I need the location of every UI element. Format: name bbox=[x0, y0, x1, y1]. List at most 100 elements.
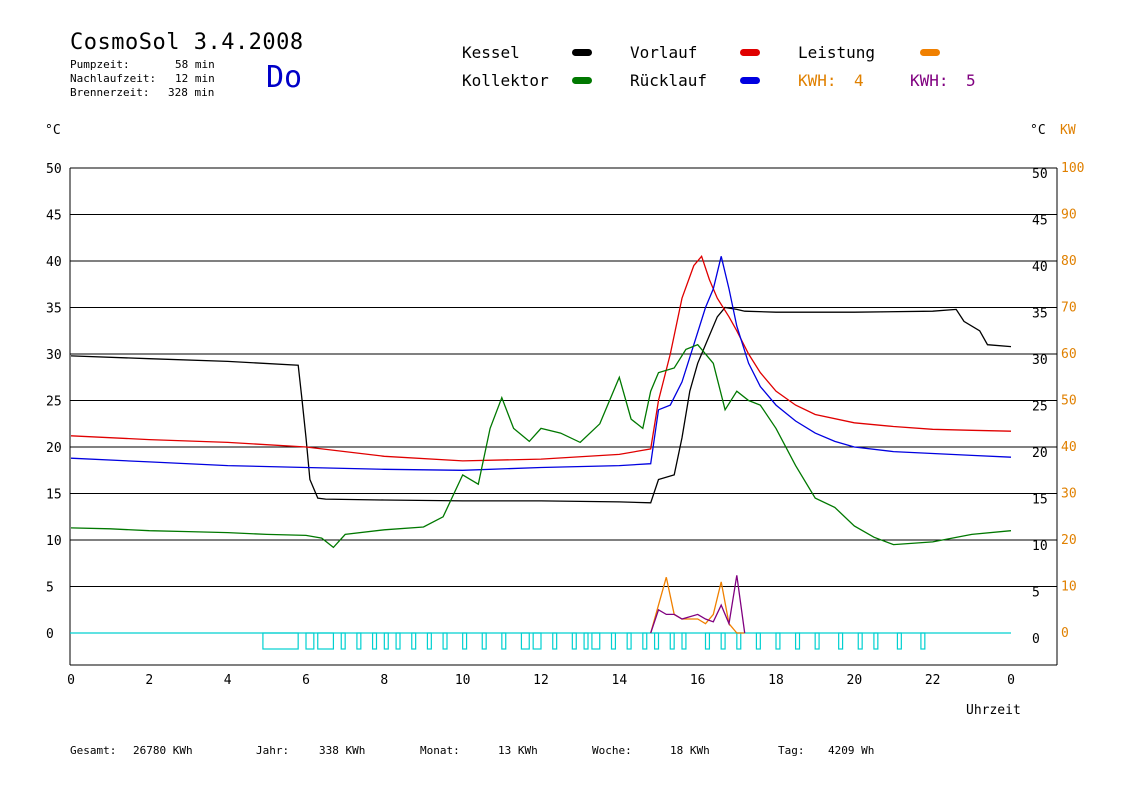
y2-tick-label: 0 bbox=[1061, 626, 1069, 641]
pump-markers bbox=[262, 632, 926, 650]
footer-jahr-label: Jahr: bbox=[256, 744, 290, 757]
footer-gesamt-value: 26780 KWh bbox=[133, 744, 193, 757]
footer-tag-value: 4209 Wh bbox=[828, 744, 875, 757]
x-axis-label: Uhrzeit bbox=[966, 703, 1021, 718]
y-tick-label-right: 35 bbox=[1032, 307, 1048, 322]
y2-tick-label: 40 bbox=[1061, 440, 1077, 455]
x-tick-label: 0 bbox=[67, 673, 75, 688]
pump-marker bbox=[642, 632, 648, 650]
y-tick-label-left: 45 bbox=[46, 209, 62, 224]
pump-marker bbox=[920, 632, 926, 650]
footer-woche-label: Woche: bbox=[592, 744, 632, 757]
series-line-vorlauf bbox=[70, 254, 1012, 462]
x-tick-label: 0 bbox=[1007, 673, 1015, 688]
footer-gesamt-label: Gesamt: bbox=[70, 744, 117, 757]
pump-marker bbox=[462, 632, 468, 650]
pump-marker bbox=[814, 632, 820, 650]
y-tick-label-right: 20 bbox=[1032, 446, 1048, 461]
pump-marker bbox=[704, 632, 711, 650]
series-line-kollektor bbox=[70, 343, 1012, 549]
y2-tick-label: 100 bbox=[1061, 161, 1084, 176]
y-tick-label-left: 40 bbox=[46, 255, 62, 270]
pump-marker bbox=[262, 632, 299, 650]
y-axis-unit-right: °C bbox=[1030, 123, 1046, 138]
y-tick-label-left: 0 bbox=[46, 627, 54, 642]
pump-marker bbox=[532, 632, 542, 650]
pump-marker bbox=[481, 632, 487, 650]
footer-monat-label: Monat: bbox=[420, 744, 460, 757]
pump-marker bbox=[591, 632, 601, 650]
series-layer bbox=[70, 254, 1012, 634]
x-tick-label: 18 bbox=[768, 673, 784, 688]
x-tick-label: 20 bbox=[847, 673, 863, 688]
pump-marker bbox=[681, 632, 687, 650]
y2-tick-label: 20 bbox=[1061, 533, 1077, 548]
pump-marker bbox=[571, 632, 577, 650]
pump-marker bbox=[371, 632, 378, 650]
y-tick-label-right: 30 bbox=[1032, 353, 1048, 368]
pump-marker bbox=[442, 632, 448, 650]
pump-marker bbox=[411, 632, 417, 650]
pump-marker bbox=[669, 632, 675, 650]
pump-marker bbox=[896, 632, 902, 650]
pump-marker bbox=[720, 632, 726, 650]
pump-marker bbox=[610, 632, 617, 650]
footer-jahr-value: 338 KWh bbox=[319, 744, 366, 757]
y2-tick-label: 50 bbox=[1061, 394, 1077, 409]
y-tick-label-right: 40 bbox=[1032, 260, 1048, 275]
footer-woche-value: 18 KWh bbox=[670, 744, 710, 757]
series-line-r-cklauf bbox=[70, 256, 1012, 471]
x-tick-label: 10 bbox=[455, 673, 471, 688]
pump-marker bbox=[426, 632, 432, 650]
y2-tick-label: 90 bbox=[1061, 208, 1077, 223]
footer-monat-value: 13 KWh bbox=[498, 744, 538, 757]
y2-tick-label: 70 bbox=[1061, 301, 1077, 316]
x-tick-label: 12 bbox=[533, 673, 549, 688]
y2-tick-label: 10 bbox=[1061, 580, 1077, 595]
pump-marker bbox=[356, 632, 362, 650]
x-tick-label: 16 bbox=[690, 673, 706, 688]
pump-marker bbox=[501, 632, 507, 650]
y-tick-label-left: 5 bbox=[46, 581, 54, 596]
y-axis-unit-left: °C bbox=[45, 123, 61, 138]
y-tick-label-right: 25 bbox=[1032, 400, 1048, 415]
x-tick-label: 6 bbox=[302, 673, 310, 688]
pump-marker bbox=[305, 632, 315, 650]
pump-marker bbox=[317, 632, 335, 650]
y-tick-label-left: 30 bbox=[46, 348, 62, 363]
y-tick-label-left: 25 bbox=[46, 395, 62, 410]
x-tick-label: 8 bbox=[380, 673, 388, 688]
pump-marker bbox=[583, 632, 589, 650]
pump-marker bbox=[552, 632, 558, 650]
pump-marker bbox=[775, 632, 781, 650]
y-tick-label-right: 50 bbox=[1032, 167, 1048, 182]
y-tick-label-left: 35 bbox=[46, 302, 62, 317]
x-tick-label: 4 bbox=[224, 673, 232, 688]
x-tick-label: 2 bbox=[145, 673, 153, 688]
pump-marker bbox=[626, 632, 632, 650]
y-tick-label-left: 50 bbox=[46, 162, 62, 177]
y2-tick-label: 60 bbox=[1061, 347, 1077, 362]
footer-tag-label: Tag: bbox=[778, 744, 805, 757]
temperature-chart: °C °C KW 50 50 10045 45 9040 40 8035 35 7030 30 60… bbox=[45, 123, 1084, 718]
pump-marker bbox=[653, 632, 660, 650]
y-tick-label-left: 10 bbox=[46, 534, 62, 549]
y2-tick-label: 80 bbox=[1061, 254, 1077, 269]
y-tick-label-left: 20 bbox=[46, 441, 62, 456]
tick-layer: 50 50 10045 45 9040 40 8035 35 7030 30 6025 25 5020 2… bbox=[46, 161, 1084, 688]
y-tick-label-right: 15 bbox=[1032, 493, 1048, 508]
x-tick-label: 14 bbox=[612, 673, 628, 688]
y2-tick-label: 30 bbox=[1061, 487, 1077, 502]
y-tick-label-right: 10 bbox=[1032, 539, 1048, 554]
pump-marker bbox=[383, 632, 389, 650]
y-tick-label-left: 15 bbox=[46, 488, 62, 503]
y-tick-label-right: 5 bbox=[1032, 586, 1040, 601]
series-line-kessel bbox=[70, 306, 1012, 504]
y-tick-label-right: 45 bbox=[1032, 214, 1048, 229]
pump-marker bbox=[395, 632, 401, 650]
pump-marker bbox=[857, 632, 863, 650]
series-line-leistung bbox=[650, 577, 745, 634]
pump-marker bbox=[755, 632, 761, 650]
x-tick-label: 22 bbox=[925, 673, 941, 688]
pump-marker bbox=[520, 632, 530, 650]
